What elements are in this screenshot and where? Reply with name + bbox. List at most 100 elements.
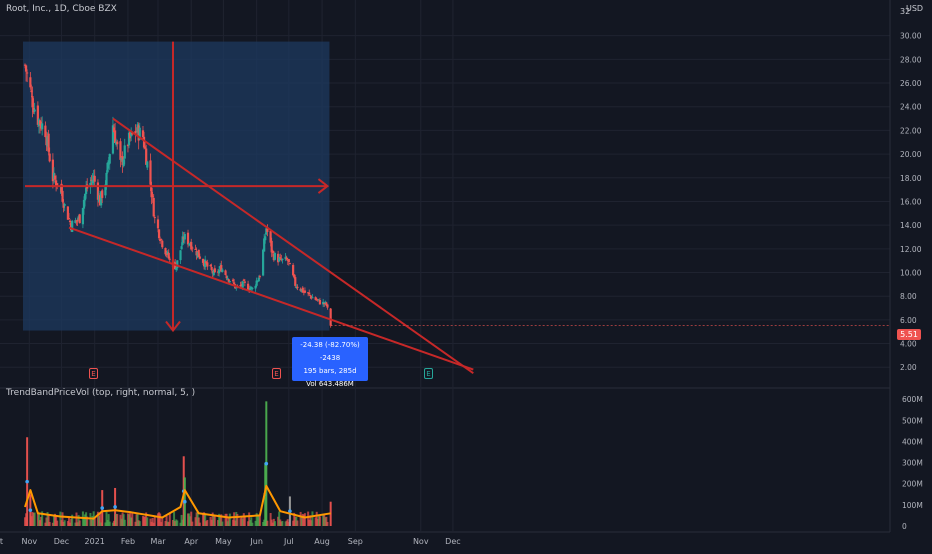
volume-bar — [153, 516, 156, 526]
volume-bar — [296, 520, 299, 526]
earnings-marker-1-label: E — [91, 370, 96, 378]
price-axis-top: 32 — [900, 7, 911, 16]
candle-body — [71, 220, 74, 233]
time-tick-label: Nov — [21, 537, 37, 546]
candle-body — [261, 249, 265, 276]
volume-dot — [264, 461, 269, 466]
candle-body — [281, 258, 284, 260]
candle-body — [153, 217, 156, 219]
measure-volume: Vol 643.486M — [306, 380, 354, 388]
price-tick-label: 10.00 — [900, 269, 922, 278]
price-chart[interactable]: 2.00 4.00 6.00 8.00 10.00 12.00 14.00 16.00 18.0… — [0, 0, 932, 550]
earnings-marker-3-label: E — [426, 370, 431, 378]
candle-body — [63, 204, 66, 206]
volume-bar — [146, 517, 149, 526]
candle-body — [41, 123, 44, 130]
volume-bar — [63, 520, 66, 526]
volume-bar — [33, 512, 36, 526]
volume-bar — [281, 520, 284, 526]
price-tick-label: 4.00 — [900, 340, 917, 349]
candle-body — [67, 218, 71, 220]
time-tick-label: Jun — [249, 537, 263, 546]
candle-body — [318, 300, 322, 305]
candle-body — [161, 240, 164, 248]
earnings-marker-2[interactable]: E — [272, 368, 281, 379]
candle-body — [221, 269, 224, 272]
candle-body — [180, 246, 183, 250]
candle-body — [26, 72, 29, 74]
price-tick-label: 6.00 — [900, 316, 917, 325]
candle-body — [48, 153, 51, 162]
candle-body — [105, 172, 108, 187]
measure-bars: 195 bars, 285d — [303, 367, 357, 375]
candle-body — [191, 247, 194, 249]
volume-bar — [251, 522, 254, 526]
candle-body — [210, 266, 213, 270]
candle-body — [206, 262, 209, 267]
volume-bar — [318, 516, 321, 526]
candle-body — [288, 263, 292, 265]
candle-body — [152, 197, 155, 217]
candle-body — [241, 281, 244, 288]
candle-body — [123, 145, 126, 159]
price-tick-label: 22.00 — [900, 126, 922, 135]
price-tick-label: 16.00 — [900, 197, 922, 206]
volume-tick-label: 0 — [902, 522, 907, 531]
time-tick-label: Dec — [445, 537, 460, 546]
time-tick-label: Sep — [348, 537, 363, 546]
volume-bar — [108, 521, 111, 526]
indicator-title[interactable]: TrendBandPriceVol (top, right, normal, 5… — [6, 388, 195, 398]
price-tick-label: 20.00 — [900, 150, 922, 159]
time-tick-label: May — [215, 537, 232, 546]
earnings-marker-1[interactable]: E — [89, 368, 98, 379]
price-tick-label: 30.00 — [900, 32, 922, 41]
volume-bar — [228, 513, 231, 526]
chart-stage: 2.00 4.00 6.00 8.00 10.00 12.00 14.00 16.00 18.0… — [0, 0, 932, 550]
candle-body — [101, 190, 104, 198]
volume-bar — [273, 521, 276, 526]
earnings-marker-2-label: E — [274, 370, 279, 378]
candle-body — [243, 281, 246, 283]
candle-body — [93, 175, 96, 182]
measure-change: -24.38 (-82.70%) -2438 — [300, 341, 360, 362]
volume-bar — [266, 520, 269, 526]
candle-body — [326, 304, 329, 308]
symbol-title: Root, Inc., 1D, Cboe BZX — [6, 4, 117, 14]
candle-body — [146, 161, 149, 168]
candle-body — [292, 264, 295, 276]
volume-dot — [25, 479, 29, 484]
volume-tick-label: 200M — [902, 480, 923, 489]
candle-body — [287, 259, 290, 262]
time-tick-label: Mar — [150, 537, 166, 546]
price-tick-label: 18.00 — [900, 174, 922, 183]
candle-body — [273, 253, 276, 260]
candle-body — [296, 286, 299, 289]
candle-body — [179, 250, 182, 261]
candle-body — [251, 287, 254, 289]
time-tick-label: 2021 — [85, 537, 105, 546]
volume-bar — [326, 521, 329, 526]
time-tick-label: Apr — [184, 537, 199, 546]
volume-tick-label: 300M — [902, 459, 923, 468]
volume-dot — [183, 499, 187, 504]
earnings-marker-3[interactable]: E — [424, 368, 433, 379]
volume-tick-label: 100M — [902, 501, 923, 510]
candle-body — [308, 292, 311, 295]
volume-tick-label: 400M — [902, 437, 923, 446]
time-tick-label: Feb — [121, 537, 135, 546]
volume-bar — [176, 520, 179, 526]
volume-bar — [243, 517, 246, 526]
price-tick-label: 28.00 — [900, 55, 922, 64]
volume-bar — [56, 520, 59, 526]
candle-body — [311, 297, 314, 299]
volume-bar — [213, 515, 216, 526]
candle-body — [186, 232, 190, 245]
volume-bar — [131, 511, 134, 526]
candle-body — [198, 256, 201, 259]
price-tick-label: 2.00 — [900, 363, 917, 372]
volume-bar — [191, 521, 194, 526]
volume-bar — [221, 521, 224, 526]
time-tick-label: Aug — [314, 537, 330, 546]
candle-body — [264, 236, 267, 241]
candle-body — [108, 153, 111, 164]
